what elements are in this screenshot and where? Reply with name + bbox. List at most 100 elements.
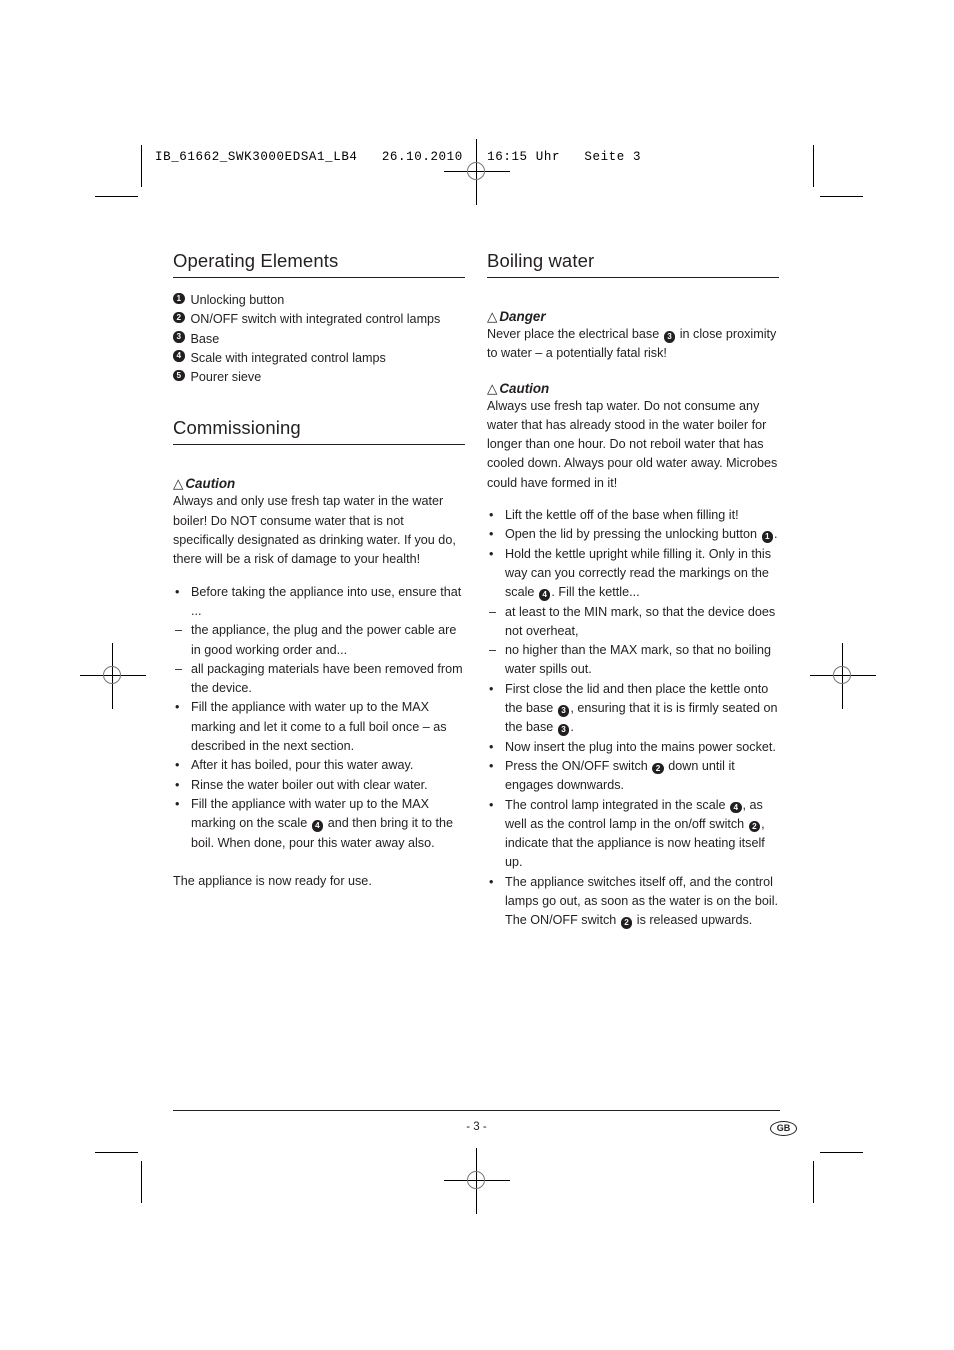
list-item: – at least to the MIN mark, so that the … [487, 603, 779, 642]
callout-number-icon: 3 [173, 331, 185, 343]
bullet-marker: • [489, 546, 494, 561]
warning-triangle-icon: △ [487, 309, 498, 324]
page-title-commissioning: Commissioning [173, 417, 465, 446]
callout-number-icon: 4 [311, 820, 324, 832]
list-item-text: After it has boiled, pour this water awa… [191, 758, 414, 773]
page-title-operating-elements: Operating Elements [173, 250, 465, 278]
list-item: – no higher than the MAX mark, so that n… [487, 641, 779, 680]
list-item-text: Hold the kettle upright while filling it… [505, 546, 771, 601]
list-item: 3 Base [173, 330, 465, 349]
caution-label: Caution [185, 476, 236, 492]
list-item: • After it has boiled, pour this water a… [173, 756, 465, 775]
list-item-text: Press the ON/OFF switch 2 down until it … [505, 758, 735, 793]
list-item-text: Before taking the appliance into use, en… [191, 584, 462, 618]
list-item-text: all packaging materials have been remove… [191, 661, 463, 696]
callout-number-icon: 4 [730, 801, 742, 814]
list-item: 4 Scale with integrated control lamps [173, 349, 465, 368]
list-item: • Before taking the appliance into use, … [173, 583, 465, 622]
bullet-marker: • [489, 797, 494, 812]
list-item: • Hold the kettle upright while filling … [487, 545, 779, 603]
callout-number-icon: 2 [620, 917, 633, 929]
callout-number-icon: 4 [538, 589, 551, 601]
list-item: – the appliance, the plug and the power … [173, 621, 465, 660]
list-item-text: Rinse the water boiler out with clear wa… [191, 777, 428, 792]
list-item: • Lift the kettle off of the base when f… [487, 506, 779, 525]
list-item: • Now insert the plug into the mains pow… [487, 738, 779, 757]
callout-number-icon: 3 [557, 705, 570, 717]
bullet-marker: • [175, 777, 180, 792]
list-item: – all packaging materials have been remo… [173, 660, 465, 699]
caution-heading-boiling: △ Caution [487, 381, 779, 396]
callout-number-icon: 2 [748, 820, 761, 833]
list-item-text: at least to the MIN mark, so that the de… [505, 604, 776, 638]
list-item-label: ON/OFF switch with integrated control la… [190, 312, 441, 327]
bullet-marker: • [489, 527, 494, 542]
list-item: 2 ON/OFF switch with integrated control … [173, 310, 465, 329]
warning-triangle-icon: △ [487, 380, 498, 396]
list-item-text: First close the lid and then place the k… [505, 681, 778, 736]
callout-number-icon: 2 [173, 311, 185, 324]
bullet-marker: – [175, 623, 183, 638]
list-item-text: The appliance switches itself off, and t… [505, 874, 779, 929]
callout-number-icon: 1 [761, 531, 774, 543]
caution-label: Caution [499, 380, 550, 396]
list-item: • Press the ON/OFF switch 2 down until i… [487, 757, 779, 796]
callout-number-icon: 3 [663, 331, 676, 343]
bullet-marker: – [489, 643, 497, 658]
footer-divider [173, 1110, 780, 1112]
list-item: 1 Unlocking button [173, 291, 465, 310]
manual-page: Operating Elements 1 Unlocking button 2 … [0, 0, 954, 1350]
callout-number-icon: 5 [173, 369, 185, 382]
warning-triangle-icon: △ [173, 476, 184, 492]
boiling-water-bullet-list: • Lift the kettle off of the base when f… [487, 506, 779, 931]
list-item-label: Scale with integrated control lamps [190, 350, 386, 365]
commissioning-bullet-list: • Before taking the appliance into use, … [173, 583, 465, 853]
callout-number-icon: 3 [557, 724, 570, 736]
list-item-label: Unlocking button [190, 293, 285, 307]
bullet-marker: • [175, 796, 180, 811]
callout-number-icon: 1 [173, 292, 185, 304]
page-number: - 3 - [466, 1121, 487, 1133]
caution-text-boiling: Always use fresh tap water. Do not consu… [487, 398, 778, 490]
bullet-marker: • [175, 700, 180, 715]
list-item-text: Fill the appliance with water up to the … [191, 700, 447, 754]
list-item: 5 Pourer sieve [173, 368, 465, 387]
list-item: • Fill the appliance with water up to th… [173, 698, 465, 756]
commissioning-closing-note: The appliance is now ready for use. [173, 873, 372, 888]
list-item-text: Lift the kettle off of the base when fil… [505, 508, 739, 523]
list-item-label: Base [190, 331, 220, 346]
bullet-marker: – [489, 604, 497, 619]
list-item-text: Open the lid by pressing the unlocking b… [505, 527, 778, 543]
list-item: • The appliance switches itself off, and… [487, 873, 779, 931]
caution-text-commissioning: Always and only use fresh tap water in t… [173, 494, 456, 567]
list-item-text: Now insert the plug into the mains power… [505, 739, 776, 754]
danger-heading: △ Danger [487, 309, 779, 324]
language-badge: GB [770, 1121, 797, 1136]
bullet-marker: • [175, 584, 180, 599]
left-column: Operating Elements 1 Unlocking button 2 … [173, 250, 465, 891]
list-item: • The control lamp integrated in the sca… [487, 796, 779, 873]
bullet-marker: – [175, 661, 183, 676]
bullet-marker: • [489, 508, 494, 523]
danger-label: Danger [499, 309, 546, 324]
list-item: • Open the lid by pressing the unlocking… [487, 525, 779, 544]
bullet-marker: • [489, 758, 494, 773]
list-item: • First close the lid and then place the… [487, 680, 779, 738]
callout-number-icon: 4 [173, 350, 185, 362]
list-item-text: the appliance, the plug and the power ca… [191, 623, 457, 657]
bullet-marker: • [489, 739, 494, 754]
danger-text: Never place the electrical base 3 in clo… [487, 325, 779, 364]
list-item-text: The control lamp integrated in the scale… [505, 797, 765, 870]
callout-number-icon: 2 [652, 762, 664, 775]
danger-text-before: Never place the electrical base [487, 327, 663, 341]
list-item: • Fill the appliance with water up to th… [173, 795, 465, 853]
right-column: Boiling water △ Danger Never place the e… [487, 250, 779, 931]
caution-heading-commissioning: △ Caution [173, 476, 465, 491]
list-item-label: Pourer sieve [190, 370, 262, 385]
operating-elements-list: 1 Unlocking button 2 ON/OFF switch with … [173, 291, 465, 387]
list-item: • Rinse the water boiler out with clear … [173, 776, 465, 795]
bullet-marker: • [489, 681, 494, 696]
bullet-marker: • [489, 874, 494, 889]
list-item-text: no higher than the MAX mark, so that no … [505, 643, 772, 677]
bullet-marker: • [175, 758, 180, 773]
